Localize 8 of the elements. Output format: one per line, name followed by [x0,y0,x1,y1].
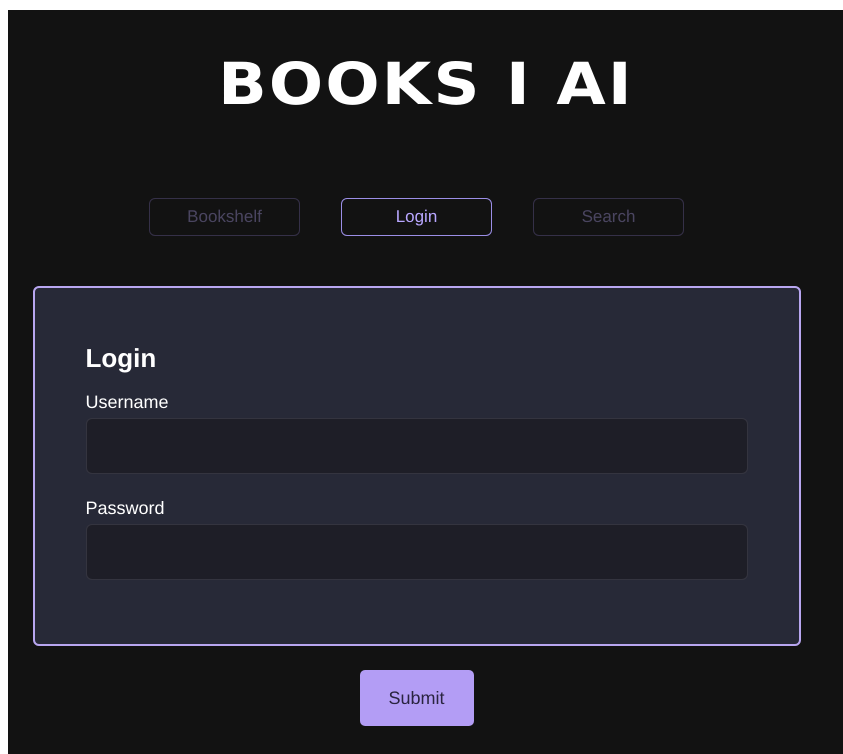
form-title: Login [86,342,158,375]
field-label: Password [86,497,166,520]
submit-button[interactable]: Submit [360,670,474,726]
logo: BOOKS I AI [218,54,634,114]
input-field[interactable] [86,418,748,474]
field-label: Username [86,391,170,414]
nav-tab[interactable]: Login [341,198,492,236]
input-field[interactable] [86,524,748,580]
